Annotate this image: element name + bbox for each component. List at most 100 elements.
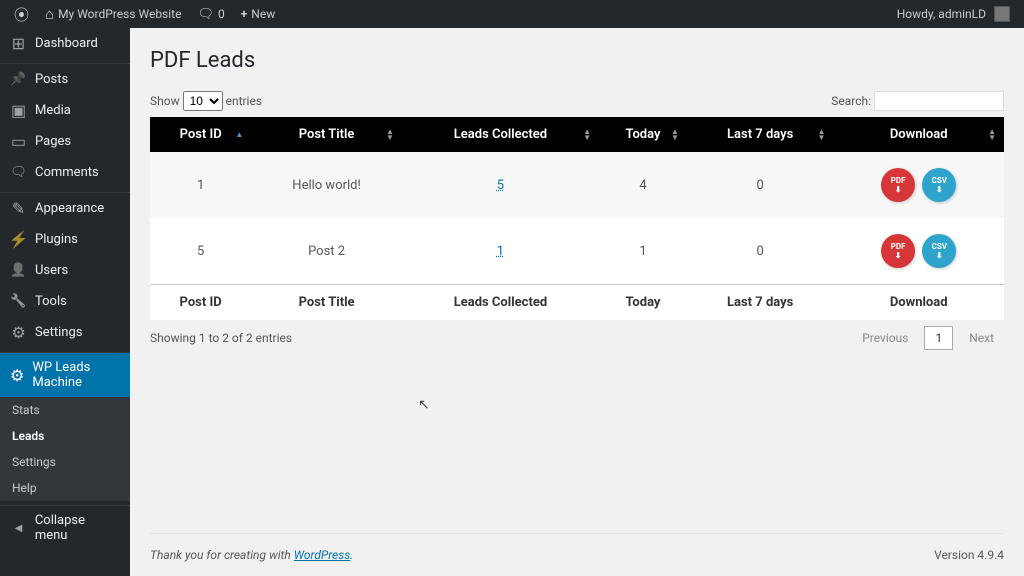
entries-control: Show 10 entries bbox=[150, 91, 262, 111]
cell-post-id: 5 bbox=[150, 218, 251, 285]
page-title: PDF Leads bbox=[150, 48, 1004, 73]
comment-icon bbox=[197, 7, 214, 22]
sidebar-item-tools[interactable]: Tools bbox=[0, 286, 130, 317]
wordpress-link[interactable]: WordPress bbox=[294, 548, 351, 562]
sidebar-item-wp-leads-machine[interactable]: WP Leads Machine bbox=[0, 353, 130, 397]
sidebar-item-label: Plugins bbox=[35, 232, 78, 247]
th-today[interactable]: Today▲▼ bbox=[599, 117, 687, 152]
download-csv-button[interactable]: CSV⬇ bbox=[922, 168, 956, 202]
cell-download: PDF⬇ CSV⬇ bbox=[833, 152, 1004, 218]
sidebar-item-label: Media bbox=[35, 103, 71, 118]
cell-last7: 0 bbox=[687, 152, 834, 218]
media-icon bbox=[10, 102, 27, 119]
search-control: Search: bbox=[831, 91, 1004, 111]
sidebar-item-posts[interactable]: Posts bbox=[0, 64, 130, 95]
avatar bbox=[994, 6, 1010, 22]
sidebar-sub-settings[interactable]: Settings bbox=[0, 449, 130, 475]
th-last7[interactable]: Last 7 days▲▼ bbox=[687, 117, 834, 152]
page-1-button[interactable]: 1 bbox=[924, 326, 953, 350]
sidebar-sub-leads[interactable]: Leads bbox=[0, 423, 130, 449]
sidebar-item-media[interactable]: Media bbox=[0, 95, 130, 126]
datatable-controls-top: Show 10 entries Search: bbox=[150, 91, 1004, 111]
leads-link[interactable]: 1 bbox=[497, 244, 504, 259]
cell-last7: 0 bbox=[687, 218, 834, 285]
cell-download: PDF⬇ CSV⬇ bbox=[833, 218, 1004, 285]
sidebar-item-dashboard[interactable]: Dashboard bbox=[0, 28, 130, 59]
sidebar-item-label: Appearance bbox=[35, 201, 104, 216]
th-post-title[interactable]: Post Title▲▼ bbox=[251, 117, 402, 152]
csv-icon: CSV⬇ bbox=[932, 176, 947, 194]
comments-link[interactable]: 0 bbox=[191, 0, 230, 28]
users-icon bbox=[10, 262, 27, 279]
table-info: Showing 1 to 2 of 2 entries bbox=[150, 331, 292, 345]
prev-button[interactable]: Previous bbox=[852, 327, 918, 349]
tf-download: Download bbox=[833, 285, 1004, 321]
sidebar-sub-stats[interactable]: Stats bbox=[0, 397, 130, 423]
sidebar-item-appearance[interactable]: Appearance bbox=[0, 193, 130, 224]
pdf-icon: PDF⬇ bbox=[891, 176, 906, 194]
collapse-icon bbox=[10, 520, 27, 537]
sidebar-item-plugins[interactable]: Plugins bbox=[0, 224, 130, 255]
wp-logo[interactable] bbox=[8, 0, 35, 28]
sidebar-item-label: Settings bbox=[35, 325, 82, 340]
sidebar-sub-help[interactable]: Help bbox=[0, 475, 130, 501]
table-row: 1 Hello world! 5 4 0 PDF⬇ CSV⬇ bbox=[150, 152, 1004, 218]
sidebar-item-label: Dashboard bbox=[35, 36, 98, 51]
howdy-link[interactable]: Howdy, adminLD bbox=[891, 0, 1016, 28]
howdy-text: Howdy, adminLD bbox=[897, 7, 986, 21]
sort-icon: ▲▼ bbox=[386, 129, 394, 141]
sidebar-item-label: Collapse menu bbox=[35, 513, 120, 543]
tf-today: Today bbox=[599, 285, 687, 321]
entries-label: entries bbox=[226, 94, 262, 108]
sidebar-item-label: WP Leads Machine bbox=[32, 360, 120, 390]
pages-icon bbox=[10, 133, 27, 150]
gear-icon bbox=[10, 367, 24, 384]
new-label: New bbox=[251, 7, 275, 21]
tf-last7: Last 7 days bbox=[687, 285, 834, 321]
admin-bar: My WordPress Website 0 New Howdy, adminL… bbox=[0, 0, 1024, 28]
comments-icon bbox=[10, 164, 27, 181]
site-name: My WordPress Website bbox=[58, 7, 181, 21]
admin-sidebar: Dashboard Posts Media Pages Comments App… bbox=[0, 28, 130, 576]
sidebar-item-label: Pages bbox=[35, 134, 71, 149]
next-button[interactable]: Next bbox=[959, 327, 1004, 349]
sidebar-collapse[interactable]: Collapse menu bbox=[0, 506, 130, 550]
leads-link[interactable]: 5 bbox=[497, 178, 504, 193]
tf-post-title: Post Title bbox=[251, 285, 402, 321]
sidebar-item-label: Comments bbox=[35, 165, 99, 180]
cell-today: 1 bbox=[599, 218, 687, 285]
th-post-id[interactable]: Post ID▲ bbox=[150, 117, 251, 152]
sidebar-item-pages[interactable]: Pages bbox=[0, 126, 130, 157]
sidebar-item-comments[interactable]: Comments bbox=[0, 157, 130, 188]
th-leads-collected[interactable]: Leads Collected▲▼ bbox=[402, 117, 599, 152]
sidebar-item-users[interactable]: Users bbox=[0, 255, 130, 286]
sort-icon: ▲▼ bbox=[988, 129, 996, 141]
main-content: PDF Leads Show 10 entries Search: Post I… bbox=[130, 28, 1024, 576]
new-link[interactable]: New bbox=[235, 0, 282, 28]
th-download[interactable]: Download▲▼ bbox=[833, 117, 1004, 152]
sidebar-item-settings[interactable]: Settings bbox=[0, 317, 130, 348]
sidebar-submenu: Stats Leads Settings Help bbox=[0, 397, 130, 501]
table-row: 5 Post 2 1 1 0 PDF⬇ CSV⬇ bbox=[150, 218, 1004, 285]
cell-post-title: Post 2 bbox=[251, 218, 402, 285]
tf-post-id: Post ID bbox=[150, 285, 251, 321]
download-pdf-button[interactable]: PDF⬇ bbox=[881, 234, 915, 268]
site-name-link[interactable]: My WordPress Website bbox=[39, 0, 187, 28]
pin-icon bbox=[10, 71, 27, 88]
admin-bar-left: My WordPress Website 0 New bbox=[8, 0, 281, 28]
search-input[interactable] bbox=[874, 91, 1004, 111]
download-pdf-button[interactable]: PDF⬇ bbox=[881, 168, 915, 202]
sidebar-item-label: Posts bbox=[35, 72, 68, 87]
download-csv-button[interactable]: CSV⬇ bbox=[922, 234, 956, 268]
sidebar-item-label: Users bbox=[35, 263, 68, 278]
version-text: Version 4.9.4 bbox=[934, 548, 1004, 562]
tools-icon bbox=[10, 293, 27, 310]
datatable-controls-bottom: Showing 1 to 2 of 2 entries Previous 1 N… bbox=[150, 326, 1004, 350]
leads-table: Post ID▲ Post Title▲▼ Leads Collected▲▼ … bbox=[150, 117, 1004, 320]
entries-select[interactable]: 10 bbox=[183, 91, 223, 111]
cell-post-id: 1 bbox=[150, 152, 251, 218]
sort-icon: ▲▼ bbox=[583, 129, 591, 141]
comments-count: 0 bbox=[218, 7, 225, 21]
pdf-icon: PDF⬇ bbox=[891, 242, 906, 260]
sort-asc-icon: ▲ bbox=[235, 132, 243, 138]
